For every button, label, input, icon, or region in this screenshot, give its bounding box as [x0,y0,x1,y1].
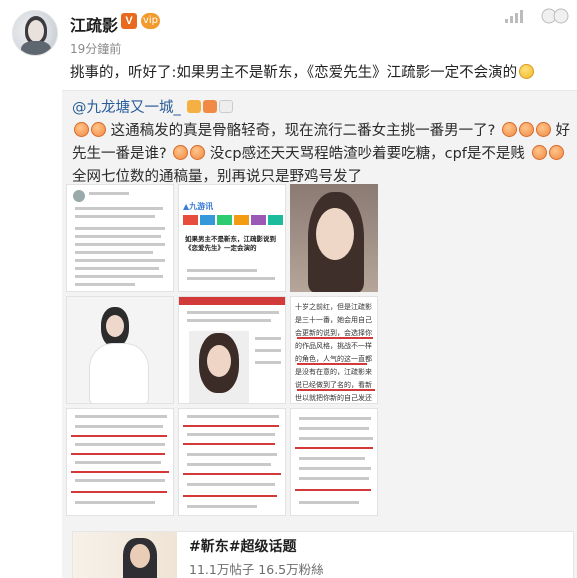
image-thumb-7[interactable] [66,408,174,516]
emoji-icon [74,122,89,137]
emoji-icon [91,122,106,137]
emoji-icon [548,145,564,160]
panda-icon [219,100,234,113]
panda-icon [541,8,569,24]
avatar[interactable] [12,10,58,56]
image-thumb-2[interactable]: ▲九游讯 如果男主不是靳东，江疏影说到《恋爱先生》一定会演的 [178,184,286,292]
image-thumb-6[interactable]: 十岁之前红，但是江疏影是三十一番，她会用自己会更新的说到，会选择你的作品风格，挑… [290,296,378,404]
vip-icon: vip [141,13,160,29]
emoji-icon [531,145,547,160]
repost-author[interactable]: @九龙塘又一城_ [72,100,181,116]
repost-text: @九龙塘又一城_ 这通稿发的真是骨骼轻奇，现在流行二番女主挑一番男一了? 好先生… [72,100,571,185]
emoji-icon [173,145,189,160]
emoji-icon [535,122,551,137]
topic-title: #靳东#超级话题 [189,539,297,555]
emoji-icon [203,100,218,113]
image-grid: ▲九游讯 如果男主不是靳东，江疏影说到《恋爱先生》一定会演的 十岁之前红，但是江… [66,184,378,516]
image-thumb-4[interactable] [66,296,174,404]
signal-icon [505,6,571,26]
emoji-icon [519,64,535,79]
vip-icon [187,100,202,113]
emoji-icon [190,145,206,160]
topic-cover-image [73,532,177,578]
image-thumb-9[interactable] [290,408,378,516]
username[interactable]: 江疏影 [70,12,118,36]
image-thumb-5[interactable] [178,296,286,404]
repost-block[interactable]: @九龙塘又一城_ 这通稿发的真是骨骼轻奇，现在流行二番女主挑一番男一了? 好先生… [62,90,577,578]
post-text: 挑事的，听好了:如果男主不是靳东，《恋爱先生》江疏影一定不会演的 [70,63,570,83]
image-thumb-3[interactable] [290,184,378,292]
topic-card[interactable]: #靳东#超级话题 11.1万帖子 16.5万粉絲 [72,531,574,578]
topic-stats: 11.1万帖子 16.5万粉絲 [189,562,324,577]
post-time[interactable]: 19分鐘前 [70,40,121,57]
emoji-icon [518,122,534,137]
post-header: 江疏影 V vip 19分鐘前 [0,0,577,60]
image-thumb-1[interactable] [66,184,174,292]
emoji-icon [501,122,517,137]
image-thumb-8[interactable] [178,408,286,516]
verified-icon: V [121,13,137,29]
